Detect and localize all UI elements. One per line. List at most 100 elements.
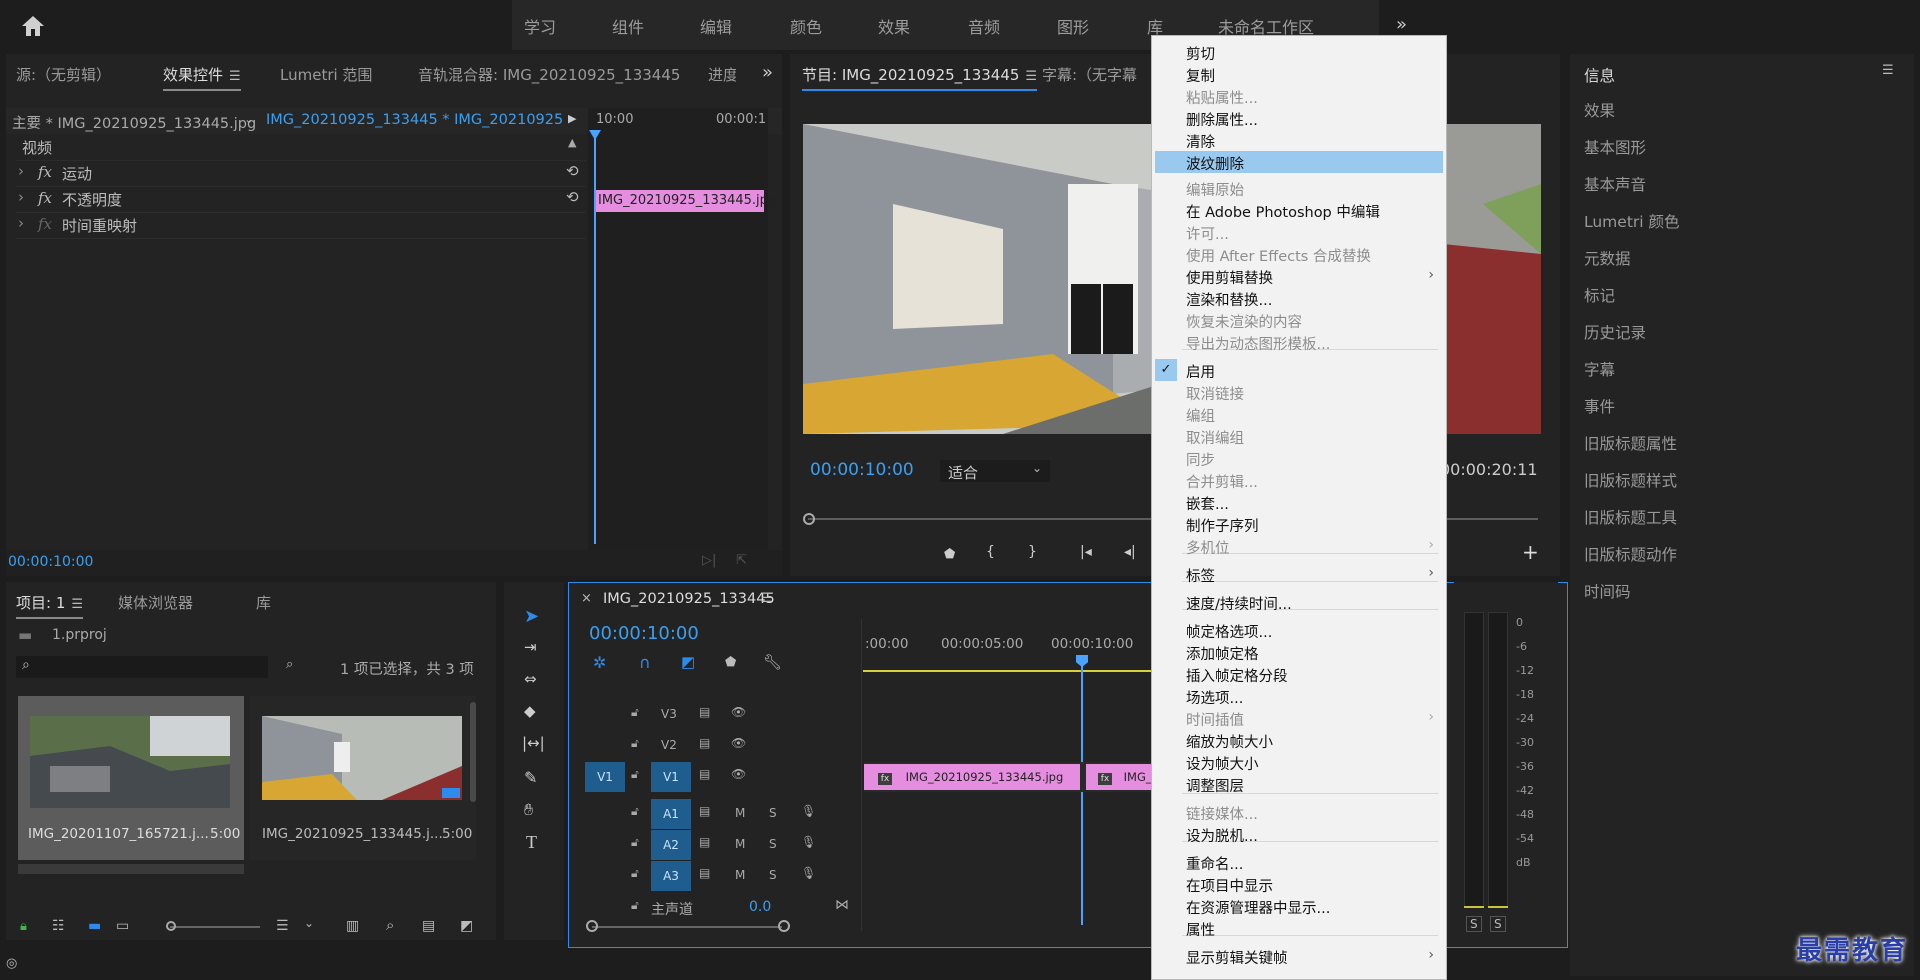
sync-lock-icon[interactable]: ▤ [699,705,710,719]
workspace-audio[interactable]: 音频 [968,14,1000,38]
zoom-slider[interactable] [170,926,260,928]
fx-icon[interactable]: fx [38,163,52,181]
mic-icon[interactable]: 🎙︎ [801,835,816,849]
tab-project[interactable]: 项目: 1 ☰ [16,592,84,619]
menu-item[interactable]: 显示剪辑关键帧 [1186,947,1288,968]
hand-tool-icon[interactable]: ✋︎ [524,800,533,820]
expand-chevron-icon[interactable]: › [18,188,24,206]
lock-icon[interactable]: 🔓︎ [631,866,639,881]
menu-icon[interactable]: ☰ [229,69,241,84]
track-header-a3[interactable]: 🔓︎ A3 ▤ M S 🎙︎ [571,861,863,891]
panel-link-legacy-title-properties[interactable]: 旧版标题属性 [1584,432,1677,454]
tab-source[interactable]: 源:（无剪辑） [16,64,111,85]
fx-icon[interactable]: fx [38,215,52,233]
mic-icon[interactable]: 🎙︎ [801,866,816,880]
add-marker-icon[interactable]: ⬟ [944,547,955,562]
track-target-a2[interactable]: A2 [651,830,691,860]
panel-link-legacy-title-tools[interactable]: 旧版标题工具 [1584,506,1677,528]
project-search-box[interactable]: ⌕ [16,656,268,678]
lock-icon[interactable]: 🔒︎ [20,919,27,934]
master-track-header[interactable]: 🔓︎ 主声道 0.0 ⋈ [571,893,863,923]
project-search-input[interactable] [40,658,260,676]
eye-icon[interactable]: 👁︎ [731,705,746,719]
step-back-icon[interactable]: ◂| [1124,544,1136,560]
menu-item[interactable]: 制作子序列 [1186,515,1259,536]
mute-button[interactable]: M [735,837,745,851]
track-target-a3[interactable]: A3 [651,861,691,891]
menu-item[interactable]: 嵌套... [1186,493,1229,514]
mini-playhead-handle[interactable] [589,130,601,140]
snap-insert-icon[interactable]: ✲ [593,653,606,672]
new-item-icon[interactable]: ◩ [460,918,473,934]
mark-out-icon[interactable]: } [1028,544,1037,560]
filter-icon[interactable]: ▷| [702,553,716,568]
list-view-icon[interactable]: ☷ [52,918,65,934]
freeform-view-icon[interactable]: ▭ [116,918,129,934]
timeline-h-scrollbar[interactable] [592,926,782,928]
zoom-slider-handle[interactable] [166,921,176,931]
menu-item[interactable]: 缩放为帧大小 [1186,731,1273,752]
tab-audio-track-mixer[interactable]: 音轨混合器: IMG_20210925_133445 [418,64,680,85]
lock-icon[interactable]: 🔓︎ [631,705,639,720]
add-button-icon[interactable]: + [1522,540,1539,564]
go-to-in-icon[interactable]: |◂ [1080,544,1092,560]
linked-selection-icon[interactable]: ◩ [681,653,695,671]
menu-item[interactable]: 清除 [1186,131,1215,152]
collapse-up-icon[interactable]: ▲ [568,136,576,149]
sync-lock-icon[interactable]: ▤ [699,835,710,849]
panel-link-essential-sound[interactable]: 基本声音 [1584,173,1646,195]
chevron-double-right-icon[interactable]: » [1396,14,1407,35]
tab-lumetri-scopes[interactable]: Lumetri 范围 [280,64,372,85]
menu-item[interactable]: 速度/持续时间... [1186,593,1292,614]
timeline-tab-label[interactable]: IMG_20210925_133445 [603,591,775,607]
reset-icon[interactable]: ⟲ [566,162,579,180]
panel-link-essential-graphics[interactable]: 基本图形 [1584,136,1646,158]
menu-icon[interactable]: ☰ [1882,63,1894,78]
eye-icon[interactable]: 👁︎ [731,736,746,750]
sequence-clip-label[interactable]: IMG_20210925_133445 * IMG_20210925_1... [266,112,562,128]
panel-link-effects[interactable]: 效果 [1584,99,1615,121]
mini-timeline[interactable]: 10:00 00:00:1 [588,108,768,602]
expand-chevron-icon[interactable]: › [18,214,24,232]
slip-tool-icon[interactable]: |↔| [522,734,545,752]
panel-link-history[interactable]: 历史记录 [1584,321,1646,343]
timeline-timecode[interactable]: 00:00:10:00 [589,623,699,644]
program-scrub-start[interactable] [803,513,815,525]
type-tool-icon[interactable]: T [526,832,537,853]
menu-item[interactable]: 调整图层 [1186,775,1244,796]
mute-button[interactable]: M [735,806,745,820]
panel-link-captions[interactable]: 字幕 [1584,358,1615,380]
timeline-clip-1[interactable]: fx IMG_20210925_133445.jpg [864,764,1080,790]
effect-row-opacity[interactable]: › fx 不透明度 ⟲ [16,186,586,213]
effect-controls-timecode[interactable]: 00:00:10:00 [8,554,93,570]
menu-item[interactable]: 添加帧定格 [1186,643,1259,664]
automate-icon[interactable]: ▥ [346,918,359,934]
menu-item[interactable]: 重命名... [1186,853,1243,874]
workspace-editing[interactable]: 编辑 [700,14,732,38]
menu-item[interactable]: 启用 [1186,361,1215,382]
workspace-graphics[interactable]: 图形 [1057,14,1089,38]
close-icon[interactable]: × [581,591,592,606]
effect-row-motion[interactable]: › fx 运动 ⟲ [16,160,586,187]
workspace-assembly[interactable]: 组件 [612,14,644,38]
track-header-v2[interactable]: 🔓︎ V2 ▤ 👁︎ [571,731,863,761]
sort-icon[interactable]: ☰ [276,918,289,934]
project-item-tile[interactable] [18,864,244,874]
menu-item[interactable]: 设为脱机... [1186,825,1258,846]
menu-item[interactable]: 设为帧大小 [1186,753,1259,774]
sync-lock-icon[interactable]: ▤ [699,736,710,750]
effect-row-time-remap[interactable]: › fx 时间重映射 [16,212,586,239]
info-panel-title[interactable]: 信息 [1584,64,1615,86]
sync-lock-icon[interactable]: ▤ [699,804,710,818]
source-patch-v1[interactable]: V1 [585,762,625,792]
chevron-down-icon[interactable]: ⌄ [304,916,314,930]
tab-effect-controls[interactable]: 效果控件 ☰ [163,64,241,91]
workspace-effects[interactable]: 效果 [878,14,910,38]
panel-link-metadata[interactable]: 元数据 [1584,247,1631,269]
mute-button[interactable]: M [735,868,745,882]
lock-icon[interactable]: 🔓︎ [631,736,639,751]
panel-link-events[interactable]: 事件 [1584,395,1615,417]
selection-tool-icon[interactable]: ➤ [524,606,539,627]
menu-item[interactable]: 标签 [1186,565,1215,586]
new-bin-icon[interactable]: ▤ [422,918,435,934]
